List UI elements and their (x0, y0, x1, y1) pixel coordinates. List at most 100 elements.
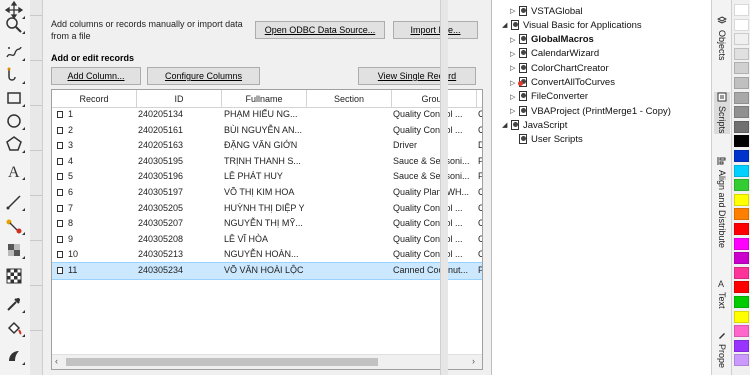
import-file-button[interactable]: Import File... (393, 21, 478, 39)
table-row[interactable]: 5240305196 LÊ PHÁT HUY Sauce & Seasoni...P (52, 169, 482, 185)
overflow-cell[interactable]: C (478, 123, 482, 139)
fullname-cell[interactable]: VÕ VĂN HOÀI LỘC (224, 263, 308, 279)
record-checkbox[interactable] (57, 204, 63, 212)
group-cell[interactable]: Canned Coconut... (393, 263, 477, 279)
color-swatch[interactable] (734, 4, 749, 16)
table-row[interactable]: 4 240305195 TRỊNH THANH S... Sauce & Season… (52, 154, 482, 170)
group-cell[interactable]: Quality Control ... (393, 123, 477, 139)
color-swatch[interactable] (734, 164, 749, 177)
color-swatch[interactable] (734, 339, 749, 352)
color-swatch[interactable] (734, 179, 749, 192)
color-swatch[interactable] (734, 33, 749, 46)
color-swatch[interactable] (734, 310, 749, 323)
color-swatch[interactable] (734, 91, 749, 104)
fullname-cell[interactable]: LÊ PHÁT HUY (224, 169, 308, 185)
id-cell[interactable]: 240205134 (138, 107, 208, 123)
fullname-cell[interactable]: VÕ THỊ KIM HOA (224, 185, 308, 201)
fullname-cell[interactable]: BÙI NGUYỄN AN... (224, 123, 308, 139)
script-tree-node[interactable]: ▷ ColorChartCreator (510, 61, 609, 75)
color-swatch[interactable] (734, 18, 749, 31)
fullname-cell[interactable]: PHẠM HIẾU NG... (224, 107, 308, 123)
group-cell[interactable]: Driver (393, 138, 477, 154)
ellipse-tool-icon[interactable] (3, 111, 25, 131)
script-tree-node[interactable]: ▷ CalendarWizard (510, 47, 599, 61)
fullname-cell[interactable]: NGUYỄN THỊ MỸ... (224, 216, 308, 232)
id-cell[interactable]: 240305213 (138, 247, 208, 263)
id-cell[interactable]: 240205163 (138, 138, 208, 154)
records-grid[interactable]: Record ID Fullname Section Group 1 240205… (51, 89, 483, 370)
record-cell[interactable]: 9 (68, 232, 138, 248)
expand-toggle-icon[interactable]: ▷ (510, 64, 518, 72)
tab-text[interactable]: A Text (714, 278, 730, 309)
panel-splitter[interactable] (440, 0, 448, 375)
section-cell[interactable] (310, 154, 380, 170)
script-tree-node[interactable]: ▷ ConvertAllToCurves (510, 76, 615, 90)
transparency-tool-icon[interactable] (3, 240, 25, 260)
record-cell[interactable]: 4 (68, 154, 138, 170)
section-cell[interactable] (310, 263, 380, 279)
freehand-tool-icon[interactable] (3, 42, 25, 62)
section-cell[interactable] (310, 216, 380, 232)
overflow-cell[interactable]: P (478, 154, 482, 170)
color-swatch[interactable] (734, 47, 749, 60)
id-cell[interactable]: 240305205 (138, 201, 208, 217)
tab-properties[interactable]: Prope (714, 330, 730, 368)
color-swatch[interactable] (734, 325, 749, 338)
record-checkbox[interactable] (57, 251, 63, 259)
section-cell[interactable] (310, 232, 380, 248)
group-cell[interactable]: Sauce & Seasoni... (393, 169, 477, 185)
bezier-tool-icon[interactable] (3, 65, 25, 85)
expand-toggle-icon[interactable]: ◢ (502, 121, 510, 129)
color-swatch[interactable] (734, 150, 749, 162)
expand-toggle-icon[interactable]: ◢ (502, 21, 510, 29)
color-swatch[interactable] (734, 296, 749, 308)
color-swatch[interactable] (734, 281, 749, 294)
record-cell[interactable]: 2 (68, 123, 138, 139)
id-cell[interactable]: 240305196 (138, 169, 208, 185)
table-row[interactable]: 9240305208 LÊ VĨ HÒA Quality Control ...C (52, 232, 482, 248)
overflow-cell[interactable]: C (478, 185, 482, 201)
section-cell[interactable] (310, 107, 380, 123)
color-swatch[interactable] (734, 193, 749, 206)
table-row[interactable]: 11 240305234 VÕ VĂN HOÀI LỘC Canned Coconut… (52, 262, 482, 280)
fullname-cell[interactable]: ĐẶNG VĂN GIỚN (224, 138, 308, 154)
view-single-record-button[interactable]: View Single Record (358, 67, 476, 85)
color-swatch[interactable] (734, 354, 749, 367)
section-cell[interactable] (310, 138, 380, 154)
color-swatch[interactable] (734, 62, 749, 75)
record-cell[interactable]: 7 (68, 201, 138, 217)
overflow-cell[interactable]: C (478, 201, 482, 217)
table-row[interactable]: 2 240205161 BÙI NGUYỄN AN... Quality Contro… (52, 123, 482, 139)
record-cell[interactable]: 6 (68, 185, 138, 201)
script-tree-node[interactable]: ◢ JavaScript (502, 118, 567, 132)
table-row[interactable]: 3240205163 ĐẶNG VĂN GIỚN DriverD (52, 138, 482, 154)
group-cell[interactable]: Quality Control ... (393, 247, 477, 263)
color-swatch[interactable] (734, 135, 749, 148)
id-cell[interactable]: 240305208 (138, 232, 208, 248)
script-tree-node[interactable]: User Scripts (510, 133, 583, 147)
overflow-cell[interactable]: C (478, 247, 482, 263)
overflow-cell[interactable]: C (478, 232, 482, 248)
expand-toggle-icon[interactable]: ▷ (510, 93, 518, 101)
tab-objects[interactable]: Objects (714, 16, 730, 61)
id-cell[interactable]: 240205161 (138, 123, 208, 139)
table-row[interactable]: 8 240305207 NGUYỄN THỊ MỸ... Quality Contro… (52, 216, 482, 232)
column-header[interactable]: Group (392, 90, 477, 107)
group-cell[interactable]: Quality Control ... (393, 201, 477, 217)
id-cell[interactable]: 240305234 (138, 263, 208, 279)
tab-align-and-distribute[interactable]: Align and Distribute (714, 156, 730, 248)
add-column-button[interactable]: Add Column... (51, 67, 141, 85)
id-cell[interactable]: 240305197 (138, 185, 208, 201)
configure-columns-button[interactable]: Configure Columns (147, 67, 260, 85)
overflow-cell[interactable]: C (478, 216, 482, 232)
column-header[interactable]: Fullname (222, 90, 307, 107)
column-header[interactable]: Record (52, 90, 137, 107)
record-checkbox[interactable] (57, 173, 63, 181)
expand-toggle-icon[interactable]: ▷ (510, 50, 518, 58)
scroll-right-icon[interactable]: › (472, 356, 475, 366)
group-cell[interactable]: Sauce & Seasoni... (393, 154, 477, 170)
text-tool-icon[interactable]: A (3, 161, 25, 181)
expand-toggle-icon[interactable]: ▷ (510, 107, 518, 115)
record-checkbox[interactable] (57, 235, 63, 243)
record-checkbox[interactable] (57, 189, 63, 196)
